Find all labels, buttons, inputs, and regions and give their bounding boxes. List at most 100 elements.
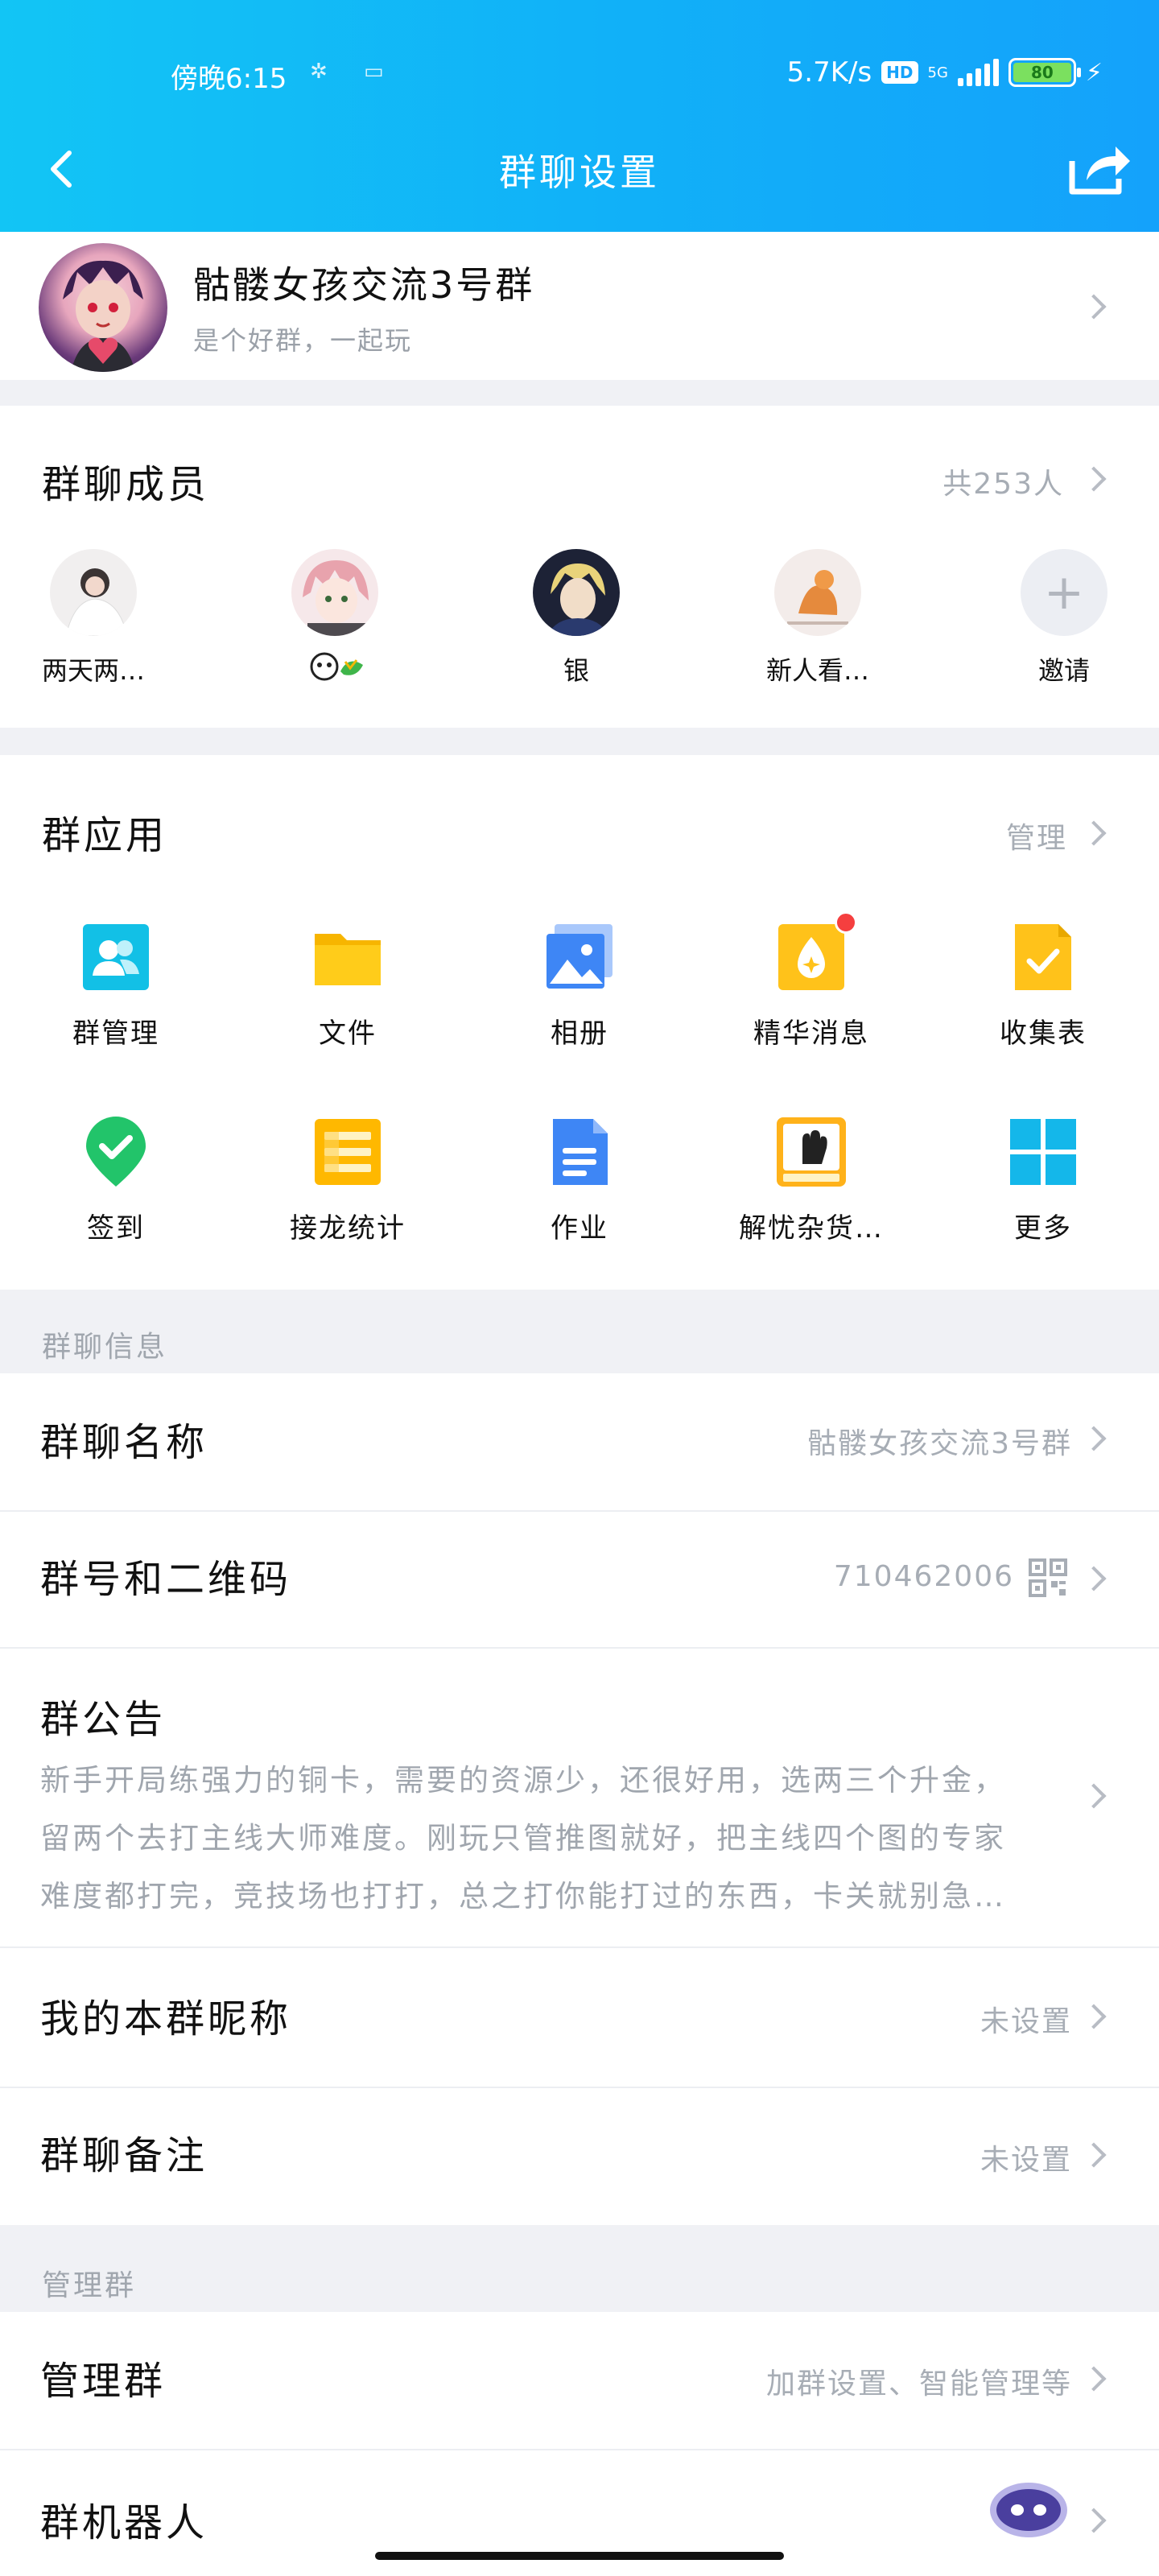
net-speed: 5.7K/s	[786, 56, 872, 89]
app-essence[interactable]: 精华消息	[715, 911, 908, 1051]
row-value: 骷髅女孩交流3号群	[807, 1427, 1072, 1460]
row-group-remark[interactable]: 群聊备注 未设置	[0, 2088, 1159, 2225]
app-more[interactable]: 更多	[947, 1116, 1140, 1245]
row-my-nickname[interactable]: 我的本群昵称 未设置	[0, 1948, 1159, 2088]
member-item[interactable]: 银	[496, 549, 657, 687]
members-card: 群聊成员 共253人 两天两… 银 新人看… + 邀请	[0, 406, 1159, 728]
hd-icon: HD	[881, 61, 918, 84]
qrcode-icon	[1029, 1558, 1067, 1597]
chevron-right-icon	[1081, 2508, 1107, 2533]
notice-text: 新手开局练强力的铜卡，需要的资源少，还很好用，选两三个升金， 留两个去打主线大师…	[40, 1752, 1087, 1926]
unread-dot	[835, 911, 857, 934]
row-label: 群公告	[40, 1697, 167, 1742]
member-avatar	[774, 549, 861, 636]
row-group-notice[interactable]: 群公告 新手开局练强力的铜卡，需要的资源少，还很好用，选两三个升金， 留两个去打…	[0, 1649, 1159, 1948]
member-name-emoji	[254, 650, 415, 689]
robot-icon	[990, 2483, 1067, 2537]
share-icon[interactable]	[1062, 137, 1135, 201]
checkin-icon	[80, 1116, 152, 1188]
row-label: 我的本群昵称	[40, 1996, 292, 2041]
group-description: 是个好群，一起玩	[193, 325, 413, 356]
member-item[interactable]	[254, 549, 415, 689]
row-value: 未设置	[980, 2144, 1072, 2177]
app-label: 更多	[1014, 1212, 1072, 1245]
chevron-right-icon	[1081, 466, 1107, 492]
apps-manage-link[interactable]: 管理	[1006, 815, 1067, 857]
member-count[interactable]: 共253人	[942, 460, 1064, 502]
header: 傍晚6:15 ✲ ▭ 5.7K/s HD 5G 80 ⚡ 群聊设置	[0, 0, 1159, 232]
row-label: 管理群	[40, 2359, 167, 2404]
app-album[interactable]: 相册	[483, 921, 676, 1051]
notification-icon: ✲	[310, 60, 328, 84]
app-label: 签到	[87, 1212, 145, 1245]
apps-title: 群应用	[42, 813, 168, 858]
notice-line: 新手开局练强力的铜卡，需要的资源少，还很好用，选两三个升金，	[40, 1763, 1006, 1798]
more-grid-icon	[1007, 1116, 1079, 1188]
network-label: 5G	[927, 64, 948, 81]
chevron-right-icon	[1081, 2366, 1107, 2392]
chevron-right-icon	[1081, 1426, 1107, 1451]
app-label: 文件	[319, 1018, 377, 1050]
row-value: 加群设置、智能管理等	[765, 2368, 1072, 2401]
album-icon	[543, 921, 616, 993]
signal-icon	[957, 59, 999, 86]
row-label: 群聊备注	[40, 2133, 208, 2178]
message-icon: ▭	[364, 60, 384, 84]
app-grocery[interactable]: 解忧杂货…	[715, 1116, 908, 1245]
page-title: 群聊设置	[499, 151, 660, 194]
app-label: 作业	[551, 1212, 608, 1245]
group-avatar	[39, 243, 167, 372]
emoji-nickname-icon	[310, 652, 363, 681]
group-profile-card[interactable]: 骷髅女孩交流3号群 是个好群，一起玩	[0, 232, 1159, 380]
row-group-name[interactable]: 群聊名称 骷髅女孩交流3号群	[0, 1373, 1159, 1512]
member-avatar	[50, 549, 137, 636]
group-apps-card: 群应用 管理 群管理 文件 相册 精华消息 收集表 签到 接龙统计 作业 解忧杂…	[0, 755, 1159, 1290]
status-time: 傍晚6:15	[171, 63, 287, 95]
battery-icon: 80	[1008, 58, 1081, 87]
charging-icon: ⚡	[1085, 58, 1103, 87]
member-item[interactable]: 两天两…	[13, 549, 174, 687]
app-form[interactable]: 收集表	[947, 921, 1140, 1051]
grocery-icon	[775, 1116, 848, 1188]
row-value: 未设置	[980, 2005, 1072, 2038]
homework-icon	[543, 1116, 616, 1188]
row-label: 群机器人	[40, 2500, 208, 2545]
folder-icon	[311, 921, 384, 993]
nav-bar: 群聊设置	[0, 137, 1159, 201]
member-name: 新人看…	[765, 655, 869, 686]
plus-icon: +	[1021, 549, 1107, 636]
member-name: 两天两…	[41, 655, 145, 686]
member-avatar	[291, 549, 378, 636]
member-item[interactable]: 新人看…	[737, 549, 898, 687]
app-files[interactable]: 文件	[251, 921, 444, 1051]
chevron-right-icon	[1081, 820, 1107, 846]
app-group-manage[interactable]: 群管理	[19, 921, 212, 1051]
invite-button[interactable]: + 邀请	[984, 549, 1145, 687]
row-label: 群聊名称	[40, 1420, 208, 1465]
app-homework[interactable]: 作业	[483, 1116, 676, 1245]
relay-icon	[311, 1116, 384, 1188]
form-icon	[1007, 921, 1079, 993]
app-label: 群管理	[72, 1018, 159, 1050]
home-indicator[interactable]	[375, 2552, 784, 2560]
app-label: 解忧杂货…	[739, 1212, 884, 1245]
app-relay[interactable]: 接龙统计	[251, 1116, 444, 1245]
chevron-right-icon	[1081, 2004, 1107, 2029]
section-header-info: 群聊信息	[42, 1331, 168, 1364]
section-header-manage: 管理群	[42, 2269, 137, 2302]
row-group-id-qrcode[interactable]: 群号和二维码 710462006	[0, 1512, 1159, 1649]
app-label: 精华消息	[753, 1018, 869, 1050]
chevron-right-icon	[1081, 1566, 1107, 1591]
status-bar: 傍晚6:15 ✲ ▭ 5.7K/s HD 5G 80 ⚡	[0, 56, 1159, 105]
app-label: 接龙统计	[290, 1212, 406, 1245]
notice-line: 难度都打完，竞技场也打打，总之打你能打过的东西，卡关就别急…	[40, 1879, 1006, 1913]
app-checkin[interactable]: 签到	[19, 1116, 212, 1245]
group-id-value: 710462006	[833, 1560, 1014, 1593]
app-label: 收集表	[1000, 1018, 1087, 1050]
group-manage-icon	[80, 921, 152, 993]
row-manage-group[interactable]: 管理群 加群设置、智能管理等	[0, 2312, 1159, 2450]
notice-line: 留两个去打主线大师难度。刚玩只管推图就好，把主线四个图的专家	[40, 1821, 1006, 1856]
member-name: 银	[563, 655, 589, 686]
chevron-right-icon	[1081, 2142, 1107, 2168]
invite-label: 邀请	[1037, 655, 1090, 686]
